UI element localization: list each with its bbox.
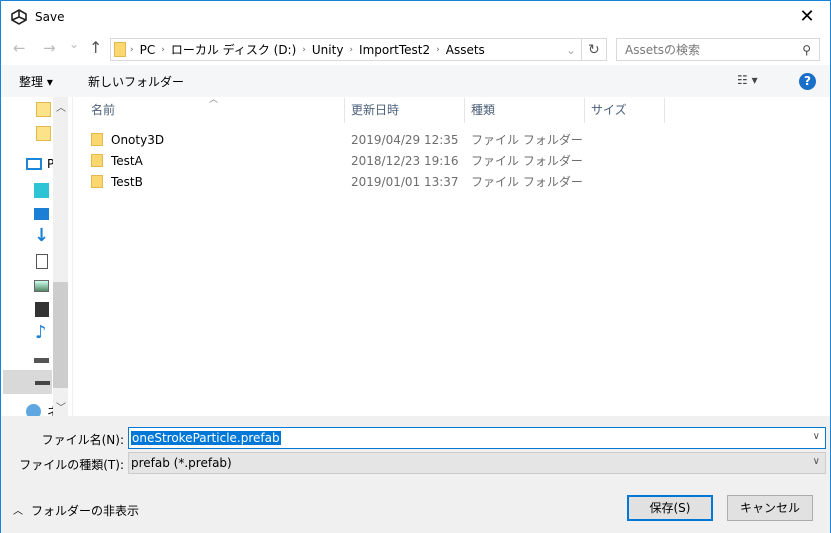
column-header-type[interactable]: 種類 — [471, 98, 495, 123]
chevron-down-icon: ∨ — [812, 456, 820, 467]
file-date: 2019/01/01 13:37 — [351, 174, 459, 189]
file-row[interactable]: TestA 2018/12/23 19:16 ファイル フォルダー — [91, 150, 691, 171]
unity-logo-icon — [11, 9, 27, 25]
column-separator[interactable] — [584, 98, 585, 123]
chevron-down-icon[interactable]: ∨ — [813, 431, 820, 442]
folder-icon — [91, 154, 103, 167]
up-button[interactable]: ↑ — [89, 38, 102, 57]
column-header-date[interactable]: 更新日時 — [351, 98, 399, 123]
filetype-value: prefab (*.prefab) — [131, 456, 232, 470]
folder-icon[interactable] — [36, 126, 51, 141]
chevron-icon: › — [349, 44, 354, 55]
breadcrumb-drive[interactable]: ローカル ディスク (D:) — [171, 41, 296, 58]
address-dropdown-icon[interactable]: ⌄ — [566, 43, 576, 57]
documents-icon[interactable] — [36, 254, 48, 269]
drive-icon — [35, 381, 50, 385]
folder-icon — [91, 175, 103, 188]
scroll-up-icon[interactable]: ︿ — [56, 99, 66, 114]
folder-icon — [91, 133, 103, 146]
column-header-name[interactable]: 名前 — [91, 98, 115, 123]
breadcrumb-unity[interactable]: Unity — [312, 43, 344, 57]
recent-locations-button[interactable]: ⌄ — [69, 37, 79, 51]
cancel-button[interactable]: キャンセル — [727, 495, 813, 521]
back-button[interactable]: ← — [13, 39, 26, 57]
save-dialog: Save ✕ ← → ⌄ ↑ › PC › ローカル ディスク (D:) › Unit… — [0, 0, 831, 533]
desktop-icon[interactable] — [34, 208, 49, 220]
file-name: Onoty3D — [111, 132, 165, 147]
chevron-icon: › — [161, 44, 165, 55]
new-folder-button[interactable]: 新しいフォルダー — [88, 73, 184, 90]
sidebar-scrollbar[interactable]: ︿ ﹀ — [53, 97, 68, 416]
sort-ascending-icon: ︿ — [209, 95, 219, 105]
hide-folders-label: フォルダーの非表示 — [31, 504, 140, 518]
toolbar: 整理 ▾ 新しいフォルダー ☷ ▾ ? — [1, 65, 830, 97]
file-name: TestB — [111, 174, 143, 189]
divider — [72, 97, 73, 416]
help-button[interactable]: ? — [799, 73, 816, 90]
view-options-button[interactable]: ☷ ▾ — [737, 73, 758, 87]
filetype-select[interactable]: prefab (*.prefab) ∨ — [128, 452, 826, 474]
file-type: ファイル フォルダー — [471, 133, 583, 147]
windows-drive-icon[interactable] — [34, 351, 49, 363]
column-separator[interactable] — [344, 98, 345, 123]
pc-icon[interactable] — [26, 158, 42, 170]
file-date: 2018/12/23 19:16 — [351, 153, 459, 168]
address-bar[interactable]: › PC › ローカル ディスク (D:) › Unity › ImportTest2 … — [110, 38, 607, 61]
column-header-size[interactable]: サイズ — [591, 98, 627, 123]
close-button[interactable]: ✕ — [790, 5, 824, 29]
search-input[interactable]: Assetsの検索 ⚲ — [616, 38, 820, 61]
scroll-down-icon[interactable]: ﹀ — [56, 399, 66, 414]
hide-folders-button[interactable]: ︿ フォルダーの非表示 — [13, 502, 139, 519]
organize-button[interactable]: 整理 ▾ — [19, 73, 53, 90]
divider — [581, 38, 582, 61]
chevron-icon: › — [436, 44, 440, 55]
file-row[interactable]: Onoty3D 2019/04/29 12:35 ファイル フォルダー — [91, 129, 691, 150]
search-placeholder: Assetsの検索 — [625, 43, 701, 57]
chevron-icon: › — [302, 44, 306, 55]
file-type: ファイル フォルダー — [471, 154, 583, 168]
breadcrumb-assets[interactable]: Assets — [446, 43, 485, 57]
save-options-panel: ファイル名(N): oneStrokeParticle.prefab ∨ ファイ… — [1, 416, 830, 533]
breadcrumb-importtest2[interactable]: ImportTest2 — [359, 43, 430, 57]
videos-icon[interactable] — [35, 302, 49, 317]
sidebar-item-selected-drive[interactable] — [3, 370, 52, 394]
filetype-label: ファイルの種類(T): — [19, 458, 124, 472]
music-icon[interactable]: ♪ — [35, 322, 47, 343]
folder-icon[interactable] — [36, 102, 51, 117]
scrollbar-thumb[interactable] — [53, 282, 68, 388]
window-title: Save — [35, 10, 65, 24]
file-type: ファイル フォルダー — [471, 175, 583, 189]
column-separator[interactable] — [664, 98, 665, 123]
forward-button[interactable]: → — [43, 39, 56, 57]
chevron-icon: › — [130, 44, 134, 55]
file-name: TestA — [111, 153, 143, 168]
file-row[interactable]: TestB 2019/01/01 13:37 ファイル フォルダー — [91, 171, 691, 192]
column-separator[interactable] — [464, 98, 465, 123]
refresh-button[interactable]: ↻ — [588, 42, 600, 58]
3d-objects-icon[interactable] — [34, 183, 49, 198]
save-button[interactable]: 保存(S) — [627, 495, 713, 521]
filename-value: oneStrokeParticle.prefab — [131, 431, 281, 445]
folder-icon — [114, 42, 126, 57]
filename-label: ファイル名(N): — [41, 433, 124, 447]
file-date: 2019/04/29 12:35 — [351, 132, 459, 147]
search-icon: ⚲ — [802, 42, 811, 57]
filename-input[interactable]: oneStrokeParticle.prefab ∨ — [128, 427, 826, 449]
pictures-icon[interactable] — [34, 280, 49, 292]
downloads-icon[interactable]: ↓ — [34, 225, 49, 246]
title-bar: Save — [1, 1, 830, 33]
chevron-up-icon: ︿ — [13, 506, 23, 517]
breadcrumb-pc[interactable]: PC — [140, 43, 156, 57]
